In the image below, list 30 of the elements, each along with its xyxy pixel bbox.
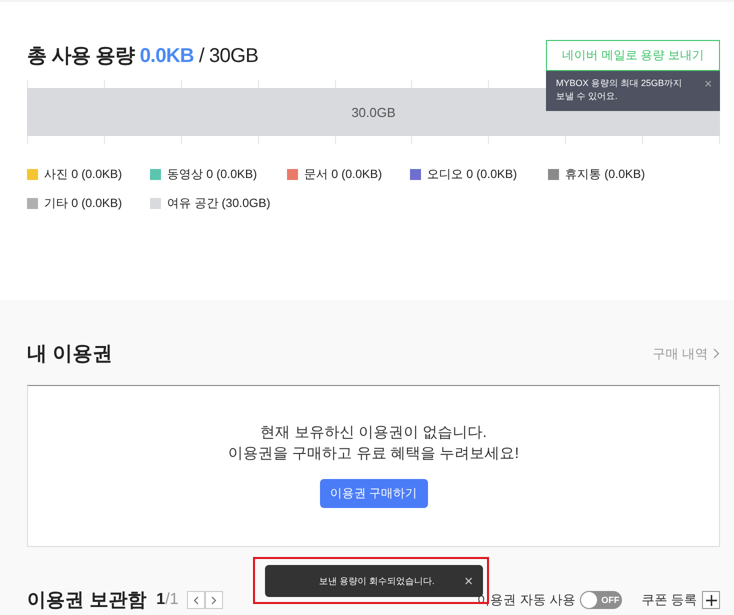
- plus-icon: [706, 594, 716, 606]
- close-button[interactable]: ×: [704, 77, 712, 91]
- legend-label: 기타 0 (0.0KB): [44, 195, 122, 212]
- legend-label: 사진 0 (0.0KB): [44, 166, 122, 183]
- purchase-history-link[interactable]: 구매 내역: [652, 344, 720, 362]
- coupon-label: 쿠폰 등록: [641, 591, 697, 609]
- auto-use-toggle[interactable]: OFF: [580, 591, 622, 609]
- page-counter: 1/1: [156, 591, 179, 609]
- legend-label: 오디오 0 (0.0KB): [427, 166, 518, 183]
- buy-pass-button[interactable]: 이용권 구매하기: [320, 479, 428, 508]
- legend-label: 동영상 0 (0.0KB): [167, 166, 258, 183]
- empty-message: 이용권을 구매하고 유료 혜택을 누려보세요!: [228, 444, 519, 464]
- section-title: 이용권 보관함: [27, 589, 146, 613]
- legend-label: 여유 공간 (30.0GB): [167, 195, 270, 212]
- bar-label: 30.0GB: [351, 104, 396, 120]
- send-capacity-button[interactable]: 네이버 메일로 용량 보내기: [546, 40, 720, 71]
- close-button[interactable]: ×: [464, 572, 473, 590]
- empty-message: 현재 보유하신 이용권이 없습니다.: [260, 423, 487, 443]
- legend-label: 휴지통 (0.0KB): [565, 166, 646, 183]
- next-button[interactable]: [204, 591, 223, 609]
- usage-title: 총 사용 용량 0.0KB / 30GB: [27, 44, 258, 69]
- chevron-right-icon: [713, 348, 720, 359]
- toast-message: 보낸 용량이 회수되었습니다.: [319, 574, 435, 588]
- previous-button[interactable]: [186, 591, 205, 609]
- tooltip-text: MYBOX 용량의 최대 25GB까지 보낼 수 있어요.: [556, 77, 684, 103]
- add-coupon-button[interactable]: [702, 591, 720, 609]
- legend-label: 문서 0 (0.0KB): [304, 166, 382, 183]
- chevron-right-icon: [210, 596, 217, 604]
- chevron-left-icon: [192, 596, 199, 604]
- section-title: 내 이용권: [27, 342, 113, 367]
